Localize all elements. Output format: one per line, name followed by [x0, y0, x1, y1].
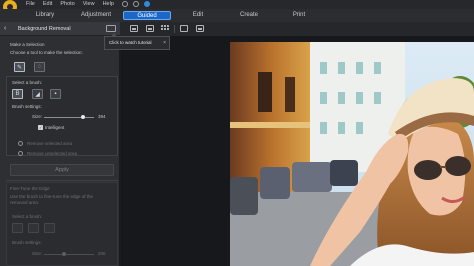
fit-screen-icon[interactable]: [180, 25, 188, 32]
intelligent-checkbox[interactable]: ✓: [38, 125, 43, 130]
fine-tune-size-value: 200: [98, 251, 106, 256]
back-arrow-icon[interactable]: ‹: [4, 25, 6, 32]
app-window: File Edit Photo View Help Library Adjust…: [0, 0, 474, 266]
brush-eraser-button[interactable]: ▪: [50, 89, 61, 99]
fine-tune-size-label: Size:: [32, 251, 43, 256]
choose-tool-label: Choose a tool to make the selection:: [10, 50, 83, 55]
panel-title: Background Removal: [18, 26, 71, 32]
fine-tune-size-slider-handle[interactable]: [62, 252, 66, 256]
panel-header: ‹ Background Removal: [0, 22, 120, 36]
menu-list: File Edit Photo View Help: [26, 1, 114, 7]
image-view-icon[interactable]: [130, 25, 138, 32]
eraser-icon: ▪: [54, 91, 57, 97]
apply-button[interactable]: Apply: [10, 164, 114, 176]
brush-settings-label: Brush settings:: [12, 104, 42, 109]
intelligent-label: Intelligent: [45, 125, 65, 130]
fine-tune-select-brush-label: Select a brush:: [12, 214, 43, 219]
tutorial-tooltip: Click to watch tutorial ×: [104, 33, 170, 50]
tab-guided[interactable]: Guided: [123, 11, 171, 20]
tab-library[interactable]: Library: [30, 11, 60, 20]
tab-edit[interactable]: Edit: [188, 11, 208, 20]
car: [330, 160, 358, 186]
menu-edit[interactable]: Edit: [43, 1, 52, 7]
size-label: Size:: [32, 114, 43, 119]
tooltip-text: Click to watch tutorial: [109, 40, 152, 45]
tab-create[interactable]: Create: [236, 11, 262, 20]
select-brush-label: Select a brush:: [12, 80, 43, 85]
window-controls: [122, 1, 150, 7]
close-icon[interactable]: ×: [163, 37, 166, 49]
fine-brush-subtract-button[interactable]: [28, 223, 39, 233]
zoom-dropdown-icon[interactable]: [196, 25, 204, 32]
menu-view[interactable]: View: [83, 1, 95, 7]
grid-view-icon[interactable]: [161, 25, 169, 32]
settings-icon[interactable]: [122, 1, 128, 7]
remove-unselected-label: Remove unselected area: [27, 151, 78, 156]
menu-photo[interactable]: Photo: [60, 1, 74, 7]
tab-adjustment[interactable]: Adjustment: [76, 11, 116, 20]
fine-brush-eraser-button[interactable]: [44, 223, 55, 233]
smart-brush-tool-button[interactable]: ✎: [14, 62, 25, 72]
remove-unselected-radio[interactable]: [18, 151, 23, 156]
fine-brush-add-button[interactable]: [12, 223, 23, 233]
size-slider[interactable]: [44, 117, 94, 118]
sunglasses-lens: [445, 156, 471, 176]
menu-file[interactable]: File: [26, 1, 35, 7]
main-tabs: Library Adjustment Guided Edit Create Pr…: [0, 9, 474, 22]
photo-image: [230, 42, 474, 266]
remove-selected-label: Remove selected area: [27, 141, 73, 146]
section-divider: [6, 180, 118, 181]
brush-add-button[interactable]: B: [12, 89, 23, 99]
fine-tune-size-slider[interactable]: [44, 254, 94, 255]
update-icon[interactable]: [144, 1, 150, 7]
brush-icon: ✎: [16, 64, 23, 71]
guided-panel: ‹ Background Removal Make a Selection Ch…: [0, 22, 120, 266]
brush-subtract-icon: ◢: [35, 91, 40, 98]
fine-tune-description: Use the brush to fine-tune the edge of t…: [10, 194, 94, 205]
brush-add-icon: B: [15, 91, 20, 97]
toolbar-separator: [174, 25, 175, 33]
account-icon[interactable]: [133, 1, 139, 7]
photo-canvas[interactable]: [121, 36, 474, 266]
sunglasses-lens: [414, 160, 442, 180]
building-window: [258, 72, 272, 112]
remove-selected-radio[interactable]: [18, 141, 23, 146]
photo-preview[interactable]: [230, 42, 474, 266]
car: [292, 162, 332, 192]
size-slider-handle[interactable]: [81, 115, 85, 119]
tutorial-icon[interactable]: [106, 25, 116, 32]
lasso-tool-button[interactable]: ◌: [34, 62, 45, 72]
sunglasses-bridge: [440, 166, 446, 168]
lasso-icon: ◌: [37, 64, 42, 70]
brush-subtract-button[interactable]: ◢: [32, 89, 43, 99]
view-toolbar: [120, 22, 474, 36]
section-title-make-selection: Make a Selection: [10, 42, 45, 47]
compare-view-icon[interactable]: [146, 25, 154, 32]
fine-tune-brush-settings-label: Brush settings:: [12, 240, 42, 245]
size-value: 394: [98, 114, 106, 119]
car: [230, 177, 258, 215]
building-window: [285, 77, 295, 112]
fine-tune-title: Fine-Tune the Edge: [10, 186, 50, 191]
car: [260, 167, 290, 199]
tab-print[interactable]: Print: [288, 11, 310, 20]
menu-help[interactable]: Help: [103, 1, 114, 7]
building-cornice: [230, 122, 310, 128]
menu-bar: File Edit Photo View Help: [0, 0, 474, 14]
